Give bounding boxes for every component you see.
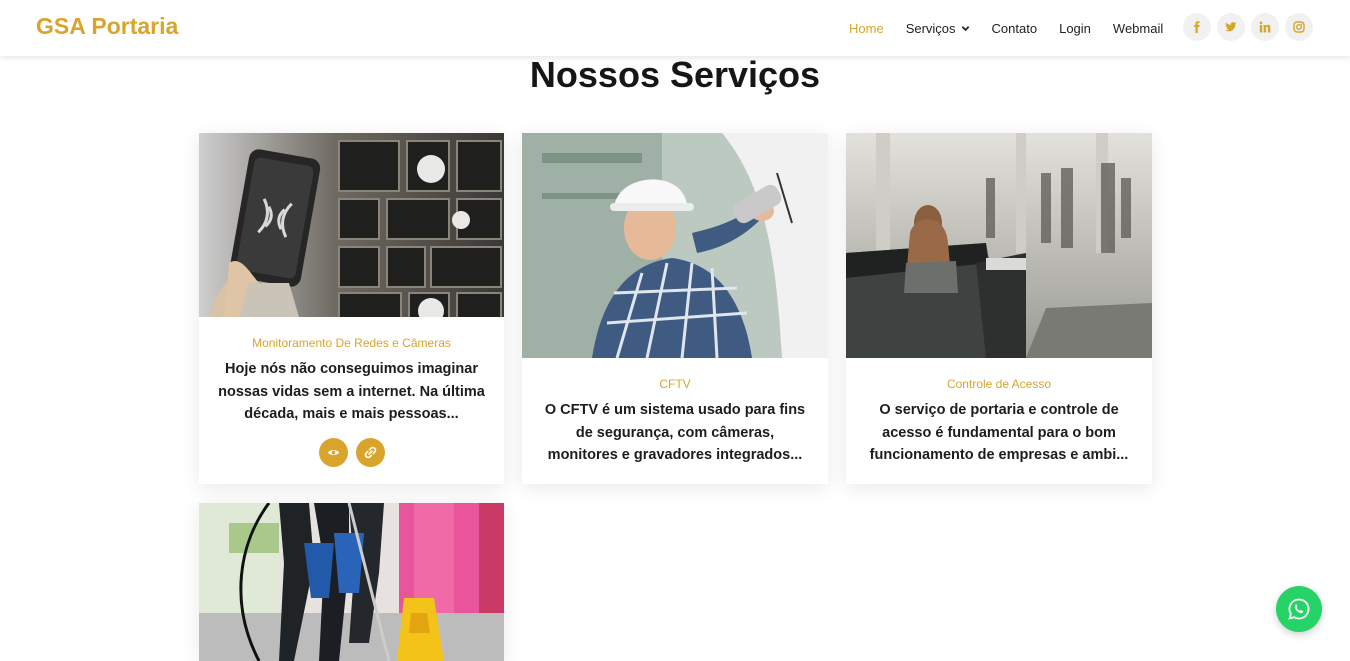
nav-servicos[interactable]: Serviços xyxy=(906,21,970,36)
service-card-monitoramento[interactable]: Monitoramento De Redes e Câmeras Hoje nó… xyxy=(199,133,504,484)
technician-camera-image xyxy=(522,133,828,358)
card-category[interactable]: Controle de Acesso xyxy=(846,377,1152,391)
nav-servicos-label: Serviços xyxy=(905,20,956,36)
nav-contato[interactable]: Contato xyxy=(992,21,1038,36)
cleaning-staff-image xyxy=(199,503,504,661)
eye-icon xyxy=(327,450,339,455)
card-description: O serviço de portaria e controle de aces… xyxy=(869,402,1129,463)
instagram-icon[interactable] xyxy=(1285,13,1313,41)
social-links xyxy=(1183,13,1319,41)
nav-login[interactable]: Login xyxy=(1059,21,1091,36)
whatsapp-icon xyxy=(1288,598,1310,620)
card-description: Hoje nós não conseguimos imaginar nossas… xyxy=(218,361,485,422)
service-card-cftv[interactable]: CFTV O CFTV é um sistema usado para fins… xyxy=(522,133,828,484)
nav-login-label: Login xyxy=(1059,20,1091,36)
twitter-icon[interactable] xyxy=(1217,13,1245,41)
chevron-down-icon xyxy=(961,25,969,31)
linkedin-icon[interactable] xyxy=(1251,13,1279,41)
service-card-controle-acesso[interactable]: Controle de Acesso O serviço de portaria… xyxy=(846,133,1152,484)
nav-contato-label: Contato xyxy=(991,20,1038,36)
view-button[interactable] xyxy=(318,438,348,467)
site-header: GSA Portaria Home Serviços Contato Login… xyxy=(0,0,1350,56)
site-logo[interactable]: GSA Portaria xyxy=(36,13,178,40)
service-card-limpeza[interactable] xyxy=(199,503,504,661)
nav-home[interactable]: Home xyxy=(849,21,884,36)
smart-home-phone-image xyxy=(199,133,504,317)
reception-lobby-image xyxy=(846,133,1152,358)
card-category[interactable]: Monitoramento De Redes e Câmeras xyxy=(199,336,504,350)
card-description: O CFTV é um sistema usado para fins de s… xyxy=(544,402,806,463)
card-actions xyxy=(199,438,504,467)
nav-home-label: Home xyxy=(849,20,884,36)
facebook-icon[interactable] xyxy=(1183,13,1211,41)
link-icon xyxy=(364,446,376,459)
link-button[interactable] xyxy=(355,438,385,467)
main-nav: Home Serviços Contato Login Webmail xyxy=(849,0,1185,56)
whatsapp-button[interactable] xyxy=(1276,586,1322,632)
section-title: Nossos Serviços xyxy=(529,54,821,95)
card-category[interactable]: CFTV xyxy=(522,377,828,391)
nav-webmail-label: Webmail xyxy=(1112,20,1164,36)
nav-webmail[interactable]: Webmail xyxy=(1113,21,1163,36)
